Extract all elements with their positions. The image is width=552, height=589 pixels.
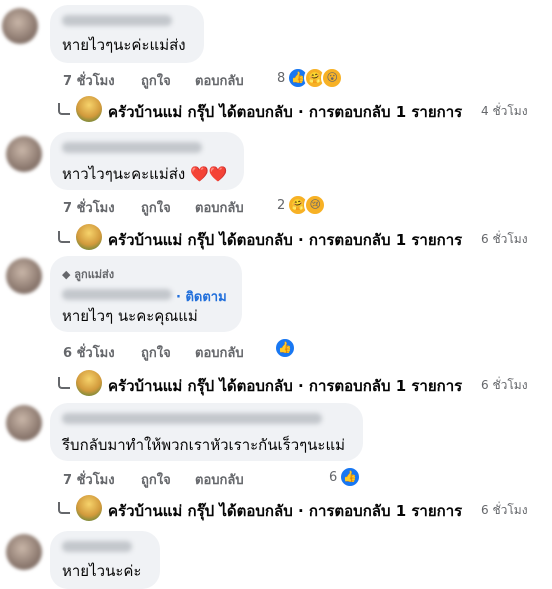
reply-summary[interactable]: ครัวบ้านแม่ กรุ๊ป ได้ตอบกลับ · การตอบกลั… [58,96,550,128]
reply-action[interactable]: ตอบกลับ [195,469,244,490]
comment-actions: 6 ชั่วโมง ถูกใจ ตอบกลับ [63,342,263,363]
commenter-avatar[interactable] [6,258,42,294]
comment-text: หายไวนะค่ะ [62,562,142,580]
like-reaction-icon: 👍 [339,466,362,488]
commenter-name-blurred[interactable] [62,142,202,153]
commenter-name-blurred[interactable] [62,541,132,552]
comment-bubble: ◆ ลูกแม่ส่ง · ติดตาม หายไวๆ นะคะคุณแม่ [50,256,242,332]
reply-summary-text: ครัวบ้านแม่ กรุ๊ป ได้ตอบกลับ · การตอบกลั… [108,231,463,249]
commenter-name-blurred[interactable] [62,413,322,424]
comment-actions: 7 ชั่วโมง ถูกใจ ตอบกลับ [63,469,263,490]
reply-summary-text: ครัวบ้านแม่ กรุ๊ป ได้ตอบกลับ · การตอบกลั… [108,377,463,395]
reply-summary-text: ครัวบ้านแม่ กรุ๊ป ได้ตอบกลับ · การตอบกลั… [108,103,463,121]
reply-time: 4 ชั่วโมง [481,104,528,118]
timestamp[interactable]: 7 ชั่วโมง [63,70,115,91]
comment-bubble: หาวไวๆนะคะแม่ส่ง ❤️❤️ [50,132,244,190]
reaction-count: 8 [277,70,286,86]
reply-action[interactable]: ตอบกลับ [195,70,244,91]
reply-summary[interactable]: ครัวบ้านแม่ กรุ๊ป ได้ตอบกลับ · การตอบกลั… [58,370,550,402]
reaction-summary[interactable]: 8 👍 🤗 😮 [277,67,344,89]
commenter-avatar[interactable] [6,534,42,570]
commenter-name-blurred[interactable] [62,15,172,26]
commenter-avatar[interactable] [6,136,42,172]
timestamp[interactable]: 7 ชั่วโมง [63,197,115,218]
reply-summary[interactable]: ครัวบ้านแม่ กรุ๊ป ได้ตอบกลับ · การตอบกลั… [58,224,550,256]
reaction-summary[interactable]: 2 🤗 😢 [277,194,327,216]
reply-time: 6 ชั่วโมง [481,503,528,517]
reply-arrow-icon [58,231,70,243]
commenter-avatar[interactable] [6,405,42,441]
timestamp[interactable]: 6 ชั่วโมง [63,342,115,363]
reply-action[interactable]: ตอบกลับ [195,342,244,363]
comment-actions: 7 ชั่วโมง ถูกใจ ตอบกลับ [63,197,263,218]
page-avatar [76,224,102,250]
page-avatar [76,96,102,122]
commenter-avatar[interactable] [2,8,38,44]
like-reaction-icon: 👍 [274,337,296,359]
reaction-count: 6 [329,469,338,485]
like-action[interactable]: ถูกใจ [141,469,171,490]
comment-actions: 7 ชั่วโมง ถูกใจ ตอบกลับ [63,70,263,91]
like-action[interactable]: ถูกใจ [141,342,171,363]
reply-arrow-icon [58,377,70,389]
sad-reaction-icon: 😢 [304,194,327,216]
comment-bubble: หายไวนะค่ะ [50,531,160,589]
like-action[interactable]: ถูกใจ [141,70,171,91]
reply-arrow-icon [58,103,70,115]
comment-text: หายไวๆนะค่ะแม่ส่ง [62,36,186,54]
reaction-summary[interactable]: 👍 [274,337,296,359]
comment-bubble: รีบกลับมาทำให้พวกเราหัวเราะกันเร็วๆนะแม่ [50,403,363,461]
fan-badge: ◆ ลูกแม่ส่ง [62,268,115,281]
wow-reaction-icon: 😮 [321,67,344,89]
follow-button[interactable]: · ติดตาม [176,286,227,307]
reply-summary[interactable]: ครัวบ้านแม่ กรุ๊ป ได้ตอบกลับ · การตอบกลั… [58,495,550,527]
comment-text: หายไวๆ นะคะคุณแม่ [62,307,198,325]
reaction-summary[interactable]: 6 👍 [329,466,362,488]
reply-time: 6 ชั่วโมง [481,232,528,246]
comment-text: หาวไวๆนะคะแม่ส่ง ❤️❤️ [62,165,228,183]
comment-bubble: หายไวๆนะค่ะแม่ส่ง [50,5,204,63]
reply-summary-text: ครัวบ้านแม่ กรุ๊ป ได้ตอบกลับ · การตอบกลั… [108,502,463,520]
page-avatar [76,370,102,396]
reply-action[interactable]: ตอบกลับ [195,197,244,218]
timestamp[interactable]: 7 ชั่วโมง [63,469,115,490]
reply-arrow-icon [58,502,70,514]
comment-text: รีบกลับมาทำให้พวกเราหัวเราะกันเร็วๆนะแม่ [62,436,346,454]
like-action[interactable]: ถูกใจ [141,197,171,218]
commenter-name-blurred[interactable] [62,289,172,300]
reaction-count: 2 [277,197,286,213]
page-avatar [76,495,102,521]
reply-time: 6 ชั่วโมง [481,378,528,392]
